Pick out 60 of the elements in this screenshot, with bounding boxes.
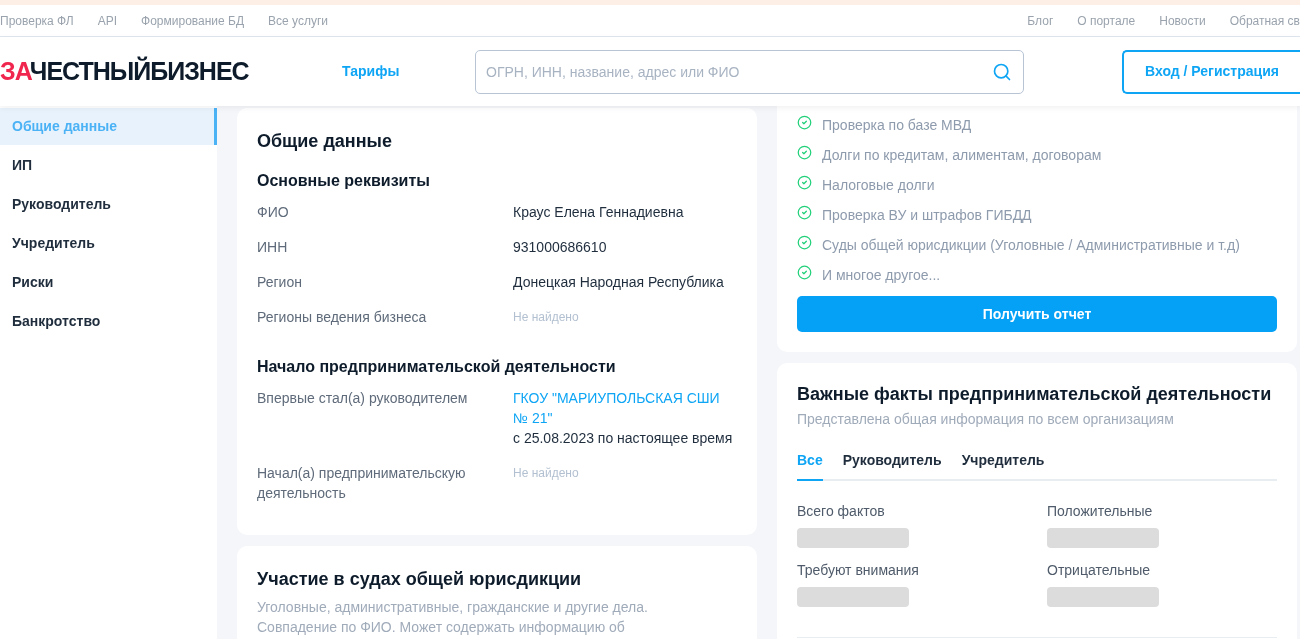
field-label: Регион	[257, 273, 303, 292]
section-title: Основные реквизиты	[257, 171, 431, 191]
top-nav-link[interactable]: О портале	[1077, 11, 1136, 30]
sidebar-item[interactable]: Учредитель	[0, 225, 217, 262]
sidebar-item[interactable]: Руководитель	[0, 186, 217, 223]
top-nav-link[interactable]: Проверка ФЛ	[0, 11, 74, 30]
field-label: Впервые стал(а) руководителем	[257, 389, 469, 408]
card-title: Общие данные	[257, 130, 393, 153]
subtitle-text: Представлена общая информация по всем организациям	[797, 410, 1175, 429]
search-field[interactable]: ОГРН, ИНН, название, адрес или ФИО	[475, 49, 1024, 94]
stat-label: Всего фактов	[797, 502, 886, 521]
check-icon	[797, 204, 812, 220]
not-found-text: Не найдено	[513, 465, 580, 482]
check-icon	[797, 144, 812, 160]
company-link[interactable]: ГКОУ "МАРИУПОЛЬСКАЯ СШИ № 21"	[513, 388, 737, 428]
check-icon	[797, 234, 812, 250]
tab[interactable]: Руководитель	[842, 450, 942, 479]
top-nav-link[interactable]: Обратная св	[1229, 11, 1300, 30]
card-title: Важные факты предпринимательской деятельности	[797, 383, 1273, 406]
feature-text: Проверка по базе МВД	[822, 115, 972, 135]
section-title: Начало предпринимательской деятельности	[257, 357, 617, 377]
login-button[interactable]: Вход / Регистрация	[1122, 49, 1300, 94]
tab[interactable]: Все	[797, 450, 823, 481]
sidebar-item[interactable]: Банкротство	[0, 303, 217, 340]
description-text: Совпадение по ФИО. Может содержать информацию об	[257, 618, 626, 637]
sidebar-item[interactable]: ИП	[0, 147, 217, 184]
field-label: Регионы ведения бизнеса	[257, 308, 428, 327]
field-value: Краус Елена Геннадиевна	[513, 203, 685, 222]
field-label: ИНН	[257, 238, 289, 257]
get-report-button[interactable]: Получить отчет	[797, 296, 1277, 332]
feature-text: Долги по кредитам, алиментам, договорам	[822, 145, 1102, 165]
top-nav-link[interactable]: Новости	[1159, 11, 1206, 30]
check-icon	[797, 174, 812, 190]
field-value: Донецкая Народная Республика	[513, 273, 725, 292]
top-nav-link[interactable]: Формирование БД	[141, 11, 245, 30]
description-text: Уголовные, административные, гражданские и другие дела.	[257, 598, 649, 617]
sidebar-item[interactable]: Общие данные	[0, 108, 217, 145]
top-nav-link[interactable]: Блог	[1027, 11, 1054, 30]
logo[interactable]: ЗАЧЕСТНЫЙБИЗНЕС	[0, 52, 342, 91]
field-label: ФИО	[257, 203, 290, 222]
field-label: Начал(а) предпринимательскую деятельность	[257, 464, 467, 503]
feature-text: Проверка ВУ и штрафов ГИБДД	[822, 205, 1032, 225]
check-icon	[797, 114, 812, 130]
feature-text: И многое другое...	[822, 265, 941, 285]
check-icon	[797, 264, 812, 280]
card-title: Участие в судах общей юрисдикции	[257, 568, 583, 591]
stat-label: Требуют внимания	[797, 561, 920, 580]
top-nav-link[interactable]: API	[97, 11, 118, 30]
top-nav-link[interactable]: Все услуги	[268, 11, 329, 30]
tab[interactable]: Учредитель	[961, 450, 1045, 479]
not-found-text: Не найдено	[513, 309, 580, 326]
period-text: с 25.08.2023 по настоящее время	[513, 429, 734, 448]
feature-text: Суды общей юрисдикции (Уголовные / Административные и т.д)	[822, 235, 1240, 255]
feature-text: Налоговые долги	[822, 175, 935, 195]
field-value: 931000686610	[513, 238, 608, 257]
stat-label: Положительные	[1047, 502, 1154, 521]
stat-label: Отрицательные	[1047, 561, 1152, 580]
sidebar-item[interactable]: Риски	[0, 264, 217, 301]
search-icon[interactable]	[992, 61, 1012, 82]
tariffs-link[interactable]: Тарифы	[342, 61, 475, 82]
